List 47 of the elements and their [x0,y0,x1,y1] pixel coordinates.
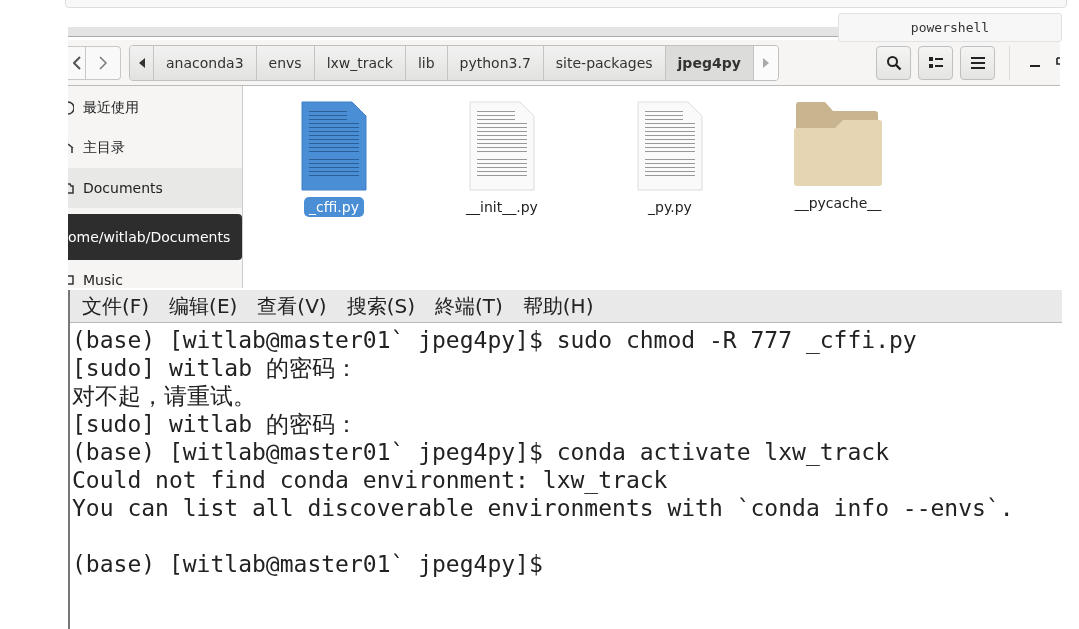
menu-item[interactable]: 搜索(S) [346,292,415,320]
path-button[interactable]: envs [256,45,315,80]
terminal-prompt: (base) [witlab@master01` jpeg4py]$ [72,550,544,578]
search-icon [885,54,902,71]
chevron-left-icon [72,55,81,70]
triangle-right-icon [762,57,769,68]
terminal-line: Could not find conda environment: lxw_track [72,466,669,494]
file-name[interactable]: _py.py [643,197,697,217]
sidebar-item[interactable]: 主目录 [68,128,242,168]
menu-item[interactable]: 文件(F) [82,292,150,320]
terminal-line: [sudo] witlab 的密码： [72,410,359,438]
chevron-right-icon [99,55,107,70]
path-button[interactable]: jpeg4py [665,45,754,80]
triangle-left-icon [138,57,145,68]
sidebar-item[interactable]: Documents [68,168,242,208]
sidebar-label: Music [83,272,123,288]
scroll-left-button[interactable] [130,45,154,80]
path-button[interactable]: lib [405,45,448,80]
sidebar-label: 最近使用 [83,99,139,117]
file-name[interactable]: __pycache__ [789,193,887,213]
tooltip: powershell [838,13,1062,42]
minimize-icon [1030,65,1040,68]
path-button[interactable]: lxw_track [314,45,406,80]
path-button[interactable]: anaconda3 [154,45,257,80]
path-button[interactable]: python3.7 [447,45,544,80]
terminal-line: (base) [witlab@master01` jpeg4py]$ conda activate lxw_track [72,438,890,466]
sidebar-label: 主目录 [83,139,125,157]
terminal-line: You can list all discoverable environments with `conda info --envs`. [72,494,1015,522]
terminal-line: [sudo] witlab 的密码： [72,354,359,382]
terminal-line: (base) [witlab@master01` jpeg4py]$ sudo chmod -R 777 _cffi.py [72,326,918,354]
sidebar-item[interactable]: 最近使用 [68,88,242,128]
sidebar-label: Documents [83,180,163,196]
menu-icon [970,56,985,69]
path-tooltip: ome/witlab/Documents [68,214,242,260]
menu-item[interactable]: 帮助(H) [522,292,594,320]
menu-button[interactable] [960,45,995,80]
search-button[interactable] [876,45,911,80]
sidebar-item[interactable]: Music [68,260,242,288]
menu-item[interactable]: 编辑(E) [169,292,238,320]
view-button[interactable] [918,45,953,80]
back-button[interactable] [68,45,86,80]
file-name[interactable]: __init__.py [461,197,543,217]
path-button[interactable]: site-packages [543,45,666,80]
menu-item[interactable]: 查看(V) [257,292,327,320]
menu-item[interactable]: 終端(T) [434,292,503,320]
terminal-line: 对不起，请重试。 [72,382,257,410]
list-view-icon [928,56,943,69]
